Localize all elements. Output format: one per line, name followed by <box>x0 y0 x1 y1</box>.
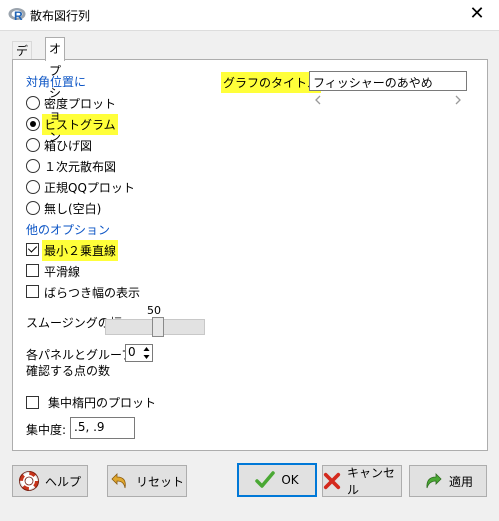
cancel-button[interactable]: キャンセル <box>322 465 402 497</box>
help-label: ヘルプ <box>44 474 81 489</box>
radio-label: 正規QQプロット <box>44 181 135 195</box>
window-title: 散布図行列 <box>30 9 91 23</box>
radio-oned-scatter[interactable] <box>26 159 40 173</box>
undo-arrow-icon <box>111 473 126 489</box>
slider-thumb[interactable] <box>152 317 164 337</box>
radio-none[interactable] <box>26 201 40 215</box>
concentration-input[interactable]: .5, .9 <box>70 417 135 439</box>
ok-button[interactable]: OK <box>237 463 317 497</box>
title-bar: R 散布図行列 ✕ <box>0 0 499 30</box>
radio-boxplot[interactable] <box>26 138 40 152</box>
options-panel: 対角位置に 密度プロット ヒストグラム 箱ひげ図 １次元散布図 正規QQプロット… <box>12 59 488 451</box>
dialog-body: データ オプション 対角位置に 密度プロット ヒストグラム 箱ひげ図 １次元散布… <box>0 30 499 521</box>
tab-data[interactable]: データ <box>12 41 33 94</box>
ellipse-label: 集中楕円のプロット <box>48 396 157 410</box>
tab-options[interactable]: オプション <box>45 37 66 144</box>
radio-label: 無し(空白) <box>44 202 102 216</box>
reset-button[interactable]: リセット <box>107 465 187 497</box>
cancel-label: キャンセル <box>347 466 396 497</box>
ok-label: OK <box>281 473 299 487</box>
apply-button[interactable]: 適用 <box>409 465 487 497</box>
apply-label: 適用 <box>448 474 473 489</box>
radio-histogram[interactable] <box>26 117 40 131</box>
ellipse-checkbox[interactable] <box>26 396 39 409</box>
smooth-checkbox[interactable] <box>26 264 39 277</box>
forward-arrow-icon <box>426 473 442 489</box>
radio-density[interactable] <box>26 96 40 110</box>
lifebuoy-icon <box>18 471 39 491</box>
checkmark-icon <box>255 471 276 488</box>
spin-arrows-icon[interactable] <box>142 345 151 361</box>
graph-title-input[interactable]: フィッシャーのあやめ <box>309 71 467 91</box>
smooth-label: 平滑線 <box>44 265 81 279</box>
scroll-left-icon[interactable] <box>313 95 323 105</box>
scroll-right-icon[interactable] <box>453 95 463 105</box>
help-button[interactable]: ヘルプ <box>12 465 88 497</box>
radio-qqplot[interactable] <box>26 180 40 194</box>
reset-label: リセット <box>135 474 184 489</box>
close-icon[interactable]: ✕ <box>465 3 489 25</box>
radio-label: １次元散布図 <box>44 160 117 174</box>
spread-label: ばらつき幅の表示 <box>44 286 141 300</box>
spread-checkbox[interactable] <box>26 285 39 298</box>
other-options-heading: 他のオプション <box>26 223 111 237</box>
identify-spinbox[interactable]: 0 <box>125 344 153 362</box>
svg-text:R: R <box>14 9 23 22</box>
graph-title-label: グラフのタイトル <box>221 72 322 93</box>
least-squares-checkbox[interactable] <box>26 243 39 256</box>
identify-value: 0 <box>128 345 136 359</box>
identify-label-line2: 確認する点の数 <box>26 364 111 378</box>
concentration-label: 集中度: <box>26 423 67 437</box>
red-x-icon <box>323 472 341 490</box>
smoothing-value: 50 <box>147 304 161 317</box>
least-squares-label: 最小２乗直線 <box>42 240 119 261</box>
r-logo-icon: R <box>8 8 26 22</box>
